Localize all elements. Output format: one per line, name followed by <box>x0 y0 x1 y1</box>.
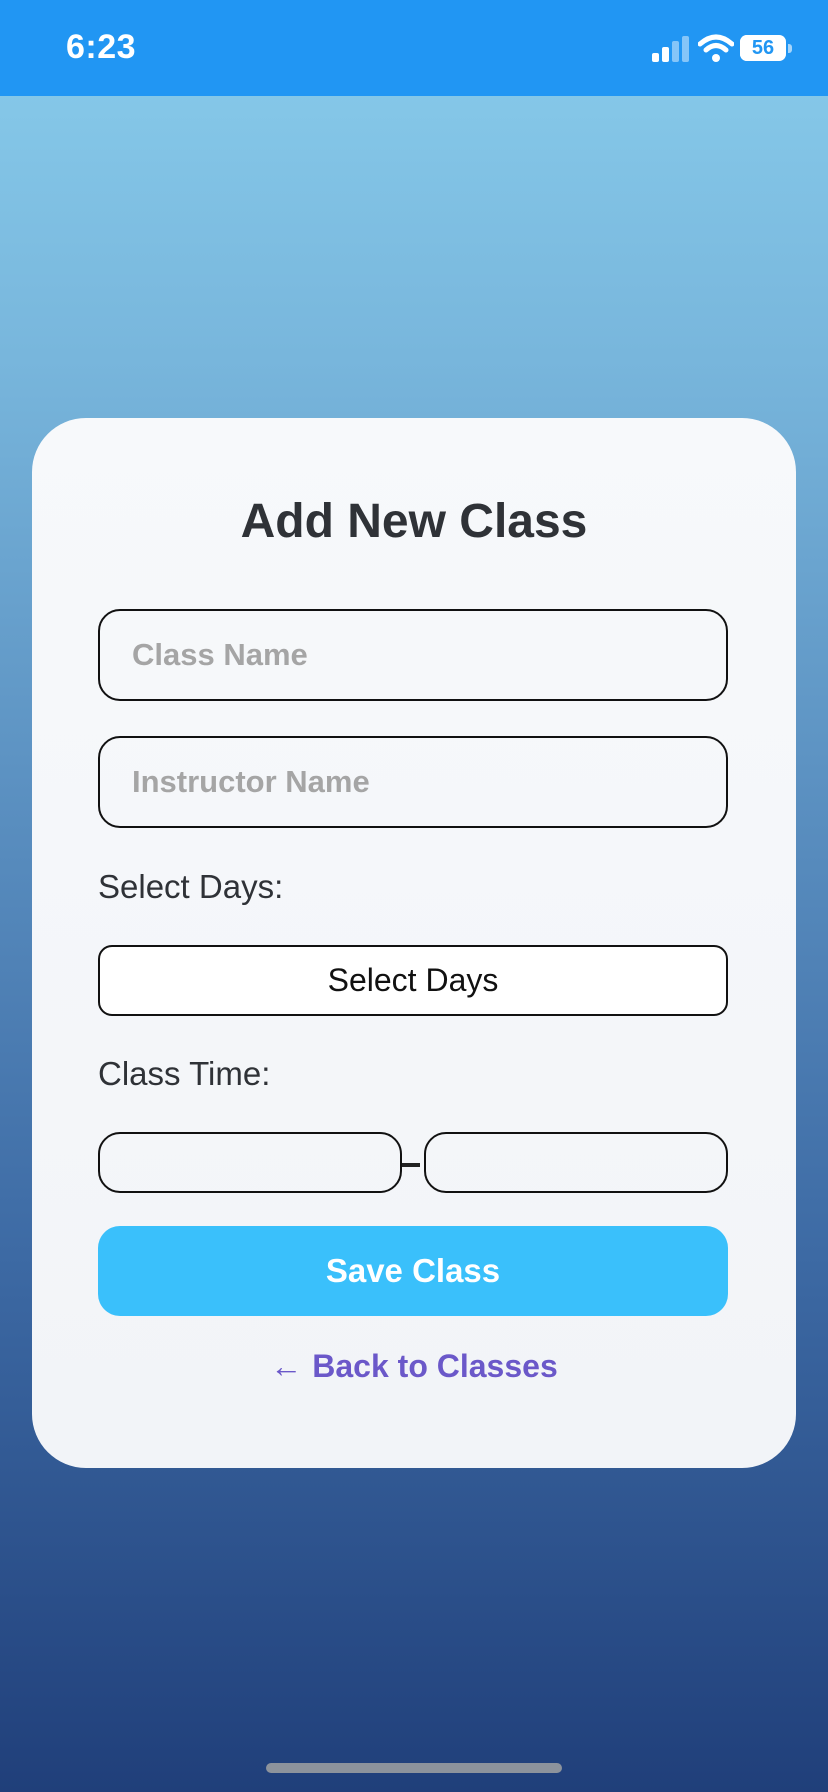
save-class-button[interactable]: Save Class <box>98 1226 728 1316</box>
time-separator <box>402 1163 420 1167</box>
wifi-icon <box>698 34 734 62</box>
instructor-name-input[interactable] <box>98 736 728 828</box>
home-indicator <box>266 1763 562 1773</box>
end-time-input[interactable] <box>424 1132 728 1193</box>
page-title: Add New Class <box>240 495 588 548</box>
cellular-signal-icon <box>652 36 689 62</box>
back-link-label: Back to Classes <box>312 1348 558 1384</box>
battery-icon: 56 <box>740 35 792 63</box>
status-bar: 6:23 56 <box>0 0 828 96</box>
select-days-label: Select Days: <box>98 868 284 905</box>
back-to-classes-link[interactable]: ← Back to Classes <box>32 1348 796 1385</box>
class-name-input[interactable] <box>98 609 728 701</box>
start-time-input[interactable] <box>98 1132 402 1193</box>
class-time-label: Class Time: <box>98 1055 271 1092</box>
battery-level: 56 <box>751 37 775 59</box>
arrow-left-icon: ← <box>270 1348 303 1384</box>
select-days-button[interactable]: Select Days <box>98 945 728 1016</box>
status-time: 6:23 <box>66 28 137 66</box>
add-class-card: Add New Class Select Days: Select Days C… <box>32 418 796 1468</box>
